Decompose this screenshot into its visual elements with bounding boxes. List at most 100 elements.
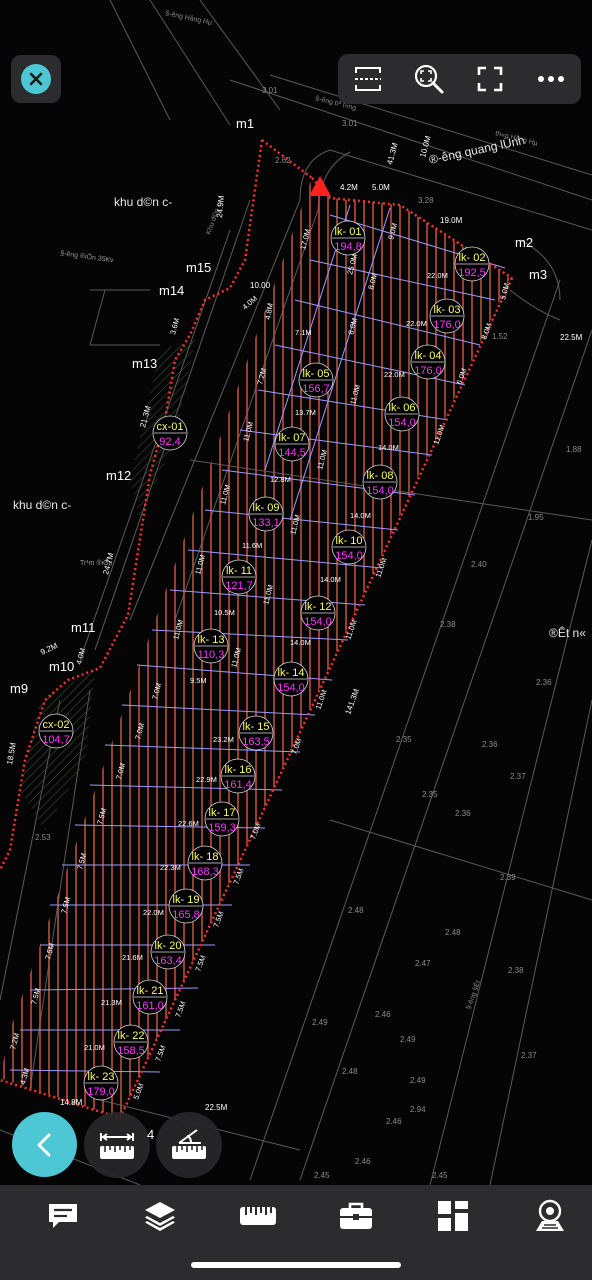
svg-text:2.35: 2.35	[396, 735, 412, 744]
svg-text:22.5M: 22.5M	[560, 333, 583, 342]
svg-text:7.1M: 7.1M	[295, 328, 312, 337]
lot-area: 176,0	[414, 365, 442, 377]
svg-text:2.36: 2.36	[482, 740, 498, 749]
lot-label: lk- 02 192,5	[454, 246, 490, 282]
svg-text:22.0M: 22.0M	[143, 908, 164, 917]
svg-text:2.46: 2.46	[386, 1117, 402, 1126]
svg-text:7.5M: 7.5M	[173, 1000, 187, 1019]
svg-text:13.7M: 13.7M	[295, 408, 316, 417]
layers-button[interactable]	[140, 1199, 180, 1233]
lot-label: lk- 22 158,5	[113, 1024, 149, 1060]
lot-label: lk- 11 121,7	[221, 559, 257, 595]
svg-text:22.0M: 22.0M	[406, 319, 427, 328]
label-m12: m12	[106, 468, 131, 483]
layout-button[interactable]	[433, 1199, 473, 1233]
lot-label: cx-02 104,7	[38, 713, 74, 749]
lot-area: 194,8	[334, 241, 362, 253]
lot-id: lk- 15	[243, 721, 270, 733]
fullscreen-icon	[477, 66, 503, 92]
toolbox-icon	[340, 1202, 372, 1229]
svg-text:22.5M: 22.5M	[205, 1103, 228, 1112]
fab-label: 4	[147, 1127, 155, 1142]
lot-area: 110,3	[198, 649, 225, 661]
label-m13: m13	[132, 356, 157, 371]
lot-id: cx-02	[43, 719, 70, 731]
lot-id: lk- 22	[118, 1030, 145, 1042]
svg-text:2.53: 2.53	[35, 833, 51, 842]
svg-text:41.3M: 41.3M	[385, 141, 400, 165]
lot-area: 192,5	[458, 267, 486, 279]
lot-area: 163,4	[154, 955, 182, 967]
lot-label: lk- 10 154,0	[331, 529, 367, 565]
close-button[interactable]	[11, 55, 61, 103]
lot-id: lk- 12	[305, 601, 332, 613]
lot-area: 154,0	[304, 616, 332, 628]
fit-width-icon	[355, 67, 382, 91]
lot-id: lk- 23	[88, 1071, 115, 1083]
lot-id: lk- 13	[198, 634, 225, 646]
close-icon	[21, 64, 51, 94]
svg-text:7.5M: 7.5M	[153, 1044, 167, 1063]
lot-label: lk- 09 133,1	[248, 496, 284, 532]
lot-area: 92,4	[159, 436, 180, 448]
label-m15: m15	[186, 260, 211, 275]
zoom-window-icon	[415, 64, 444, 94]
ruler-distance-icon	[100, 1133, 134, 1159]
comment-button[interactable]	[43, 1199, 83, 1233]
svg-text:2.35: 2.35	[422, 790, 438, 799]
lot-id: lk- 10	[336, 535, 363, 547]
lot-area: 104,7	[42, 734, 70, 746]
svg-text:1.88: 1.88	[566, 445, 582, 454]
toolbox-button[interactable]	[336, 1199, 376, 1233]
lot-label: lk- 01 194,8	[330, 220, 366, 256]
lot-area: 154,0	[388, 417, 416, 429]
lot-label: lk- 17 159,3	[204, 801, 240, 837]
back-button[interactable]	[12, 1112, 77, 1177]
svg-text:9.5M: 9.5M	[190, 676, 207, 685]
cad-drawing[interactable]: m1 m2 m3 m9 m10 m11 m12 m13 m14 m15 khu …	[0, 0, 592, 1185]
svg-text:22.6M: 22.6M	[178, 819, 199, 828]
lot-area: 161,0	[136, 1000, 164, 1012]
lot-label: lk- 16 161,4	[220, 758, 256, 794]
svg-text:22.3M: 22.3M	[160, 863, 181, 872]
fullscreen-button[interactable]	[468, 57, 512, 101]
measure-distance-button[interactable]	[84, 1112, 150, 1178]
svg-text:21.0M: 21.0M	[84, 1043, 105, 1052]
lot-id: lk- 19	[173, 894, 200, 906]
svg-text:141.3M: 141.3M	[343, 687, 361, 715]
lot-area: 133,1	[252, 517, 280, 529]
viewpoint-button[interactable]	[530, 1199, 570, 1233]
label-khu-dan-cu: khu d©n c-	[114, 195, 172, 209]
svg-text:5.0M: 5.0M	[372, 183, 390, 192]
measure-angle-button[interactable]	[156, 1112, 222, 1178]
svg-text:3.01: 3.01	[342, 119, 358, 128]
more-icon	[537, 76, 564, 82]
measure-button[interactable]	[238, 1199, 278, 1233]
more-button[interactable]	[529, 57, 573, 101]
svg-text:2.49: 2.49	[410, 1076, 426, 1085]
svg-text:2.62: 2.62	[275, 156, 291, 165]
svg-text:4.2M: 4.2M	[340, 183, 358, 192]
lot-id: lk- 11	[226, 565, 252, 577]
svg-text:3.01: 3.01	[262, 86, 278, 95]
fit-width-button[interactable]	[346, 57, 390, 101]
lot-area: 168,3	[191, 866, 219, 878]
lot-id: lk- 07	[279, 432, 306, 444]
lot-area: 154,0	[335, 550, 363, 562]
svg-text:2.37: 2.37	[521, 1051, 537, 1060]
svg-text:14.0M: 14.0M	[320, 575, 341, 584]
zoom-window-button[interactable]	[407, 57, 451, 101]
svg-text:22.0M: 22.0M	[384, 370, 405, 379]
label-m14: m14	[159, 283, 184, 298]
view-toolbar	[338, 54, 581, 104]
svg-text:2.45: 2.45	[432, 1171, 448, 1180]
lot-id: lk- 06	[389, 402, 416, 414]
svg-text:2.46: 2.46	[375, 1010, 391, 1019]
svg-text:2.48: 2.48	[445, 928, 461, 937]
svg-text:2.38: 2.38	[508, 966, 524, 975]
cad-drawing-canvas[interactable]: m1 m2 m3 m9 m10 m11 m12 m13 m14 m15 khu …	[0, 0, 592, 1185]
svg-text:11.6M: 11.6M	[242, 541, 262, 550]
lot-label: lk- 06 154,0	[384, 396, 420, 432]
lot-id: lk- 14	[278, 667, 305, 679]
lot-label: lk- 03 176,0	[429, 298, 465, 334]
